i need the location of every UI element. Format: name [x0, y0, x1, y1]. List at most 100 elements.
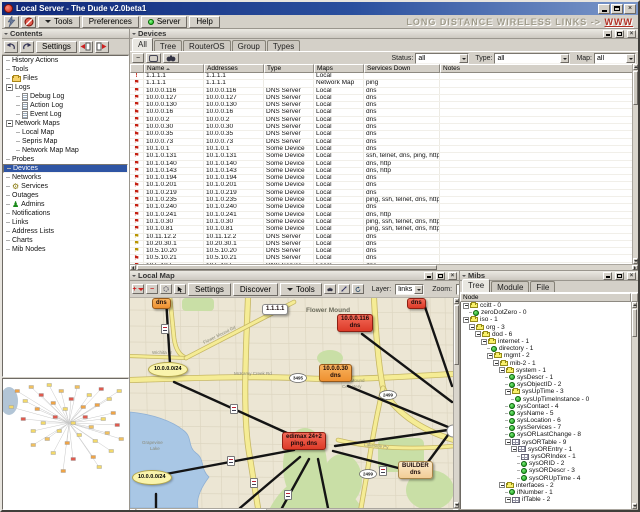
table-row[interactable]: ⚑10.0.0.11610.0.0.116DNS ServerLocaldns [130, 88, 632, 95]
mib-node-interfaces[interactable]: interfaces - 2 [461, 482, 631, 489]
remove-node-icon[interactable]: − [146, 284, 158, 294]
panel-menu-icon[interactable] [4, 33, 8, 37]
mib-node-sysordescr[interactable]: sysORDescr - 3 [461, 467, 631, 474]
device-node[interactable]: dns [152, 298, 171, 309]
table-row[interactable]: ⚑10.1.0.24110.1.0.241Some DeviceLocaldns… [130, 212, 632, 219]
collapse-icon[interactable] [493, 360, 499, 366]
lasso-icon[interactable] [160, 284, 172, 294]
sidebar-item-action-log[interactable]: Action Log [3, 101, 128, 110]
sidebar-item-event-log[interactable]: Event Log [3, 110, 128, 119]
scrollbar-thumb[interactable] [632, 309, 637, 337]
filter-select-status[interactable]: all [415, 53, 469, 64]
filter-select-map[interactable]: all [594, 53, 636, 64]
node-column-header[interactable]: Node [460, 293, 631, 302]
close-button[interactable]: × [624, 4, 636, 14]
table-row[interactable]: ⚑10.1.0.3010.1.0.30Some DeviceLocalping,… [130, 219, 632, 226]
discover-button[interactable]: Discover [233, 283, 278, 296]
mib-node-mgmt[interactable]: mgmt - 2 [461, 352, 631, 359]
mib-node-sysuptimeinstance[interactable]: sysUpTimeInstance - 0 [461, 395, 631, 402]
map-hscrollbar[interactable] [130, 508, 459, 512]
table-row[interactable]: ⚑10.5.10.2110.5.10.21DNS ServerLocaldns [130, 255, 632, 262]
table-row[interactable]: ⚑10.0.0.12710.0.0.127DNS ServerLocaldns [130, 95, 632, 102]
panel-minimize-button[interactable] [424, 272, 433, 280]
maximize-button[interactable] [611, 4, 623, 14]
map-overview-thumbnail[interactable] [2, 378, 129, 510]
find-icon[interactable] [163, 53, 179, 63]
table-row[interactable]: ⚑10.0.0.3010.0.0.30DNS ServerLocaldns [130, 124, 632, 131]
layer-select[interactable]: links [395, 284, 424, 295]
mib-node-system[interactable]: system - 1 [461, 367, 631, 374]
chevron-down-icon[interactable] [414, 285, 423, 294]
sidebar-item-charts[interactable]: Charts [3, 236, 128, 245]
panel-close-button[interactable]: × [627, 30, 636, 38]
mib-node-sysdescr[interactable]: sysDescr - 1 [461, 374, 631, 381]
sidebar-item-notifications[interactable]: Notifications [3, 209, 128, 218]
flag-column-header[interactable] [130, 64, 144, 73]
column-header-name[interactable]: Name [144, 64, 204, 73]
table-row[interactable]: ⚑10.1.0.21910.1.0.219Some DeviceLocaldns [130, 190, 632, 197]
table-row[interactable]: ⚑10.1.0.14010.1.0.140Some DeviceLocaldns… [130, 161, 632, 168]
help-button[interactable]: Help [189, 16, 219, 28]
sidebar-item-files[interactable]: Files [3, 74, 128, 83]
map-vscrollbar[interactable] [453, 298, 459, 508]
sidebar-item-links[interactable]: Links [3, 218, 128, 227]
chevron-down-icon[interactable] [626, 54, 635, 63]
tab-types[interactable]: Types [267, 40, 300, 51]
mibs-scrollbar[interactable] [631, 302, 638, 509]
undo-icon[interactable] [4, 41, 18, 53]
scrollbar-thumb[interactable] [633, 71, 638, 105]
tab-file[interactable]: File [530, 281, 555, 292]
device-node[interactable]: 10.0.0.30dns [319, 364, 352, 382]
collapse-icon[interactable] [505, 439, 511, 445]
sidebar-item-history-actions[interactable]: History Actions [3, 56, 128, 65]
table-row[interactable]: ⚑10.11.12.210.11.12.2DNS ServerLocaldns [130, 234, 632, 241]
sidebar-item-tools[interactable]: Tools [3, 65, 128, 74]
mib-node-ccitt[interactable]: ccitt - 0 [461, 302, 631, 309]
sidebar-item-local-map[interactable]: Local Map [3, 128, 128, 137]
scroll-up-icon[interactable] [632, 302, 637, 308]
export-icon[interactable] [95, 41, 109, 53]
table-row[interactable]: !1.1.1.11.1.1.1Local [130, 73, 632, 80]
add-node-icon[interactable]: + [132, 284, 144, 294]
mib-node-org[interactable]: org - 3 [461, 324, 631, 331]
sidebar-item-mib-nodes[interactable]: Mib Nodes [3, 245, 128, 254]
sidebar-item-devices[interactable]: Devices [3, 164, 128, 173]
table-row[interactable]: ⚑10.0.0.7310.0.0.73DNS ServerLocaldns [130, 139, 632, 146]
table-row[interactable]: ⚑10.0.0.1610.0.0.16DNS ServerLocaldns [130, 109, 632, 116]
device-node[interactable]: edimax 24+2ping, dns [282, 432, 326, 450]
table-row[interactable]: ⚑10.20.30.110.20.30.1DNS ServerLocaldns [130, 241, 632, 248]
column-header-maps[interactable]: Maps [314, 64, 364, 73]
minimize-button[interactable] [598, 4, 610, 14]
connect-icon[interactable] [4, 16, 19, 28]
scroll-left-icon[interactable] [130, 265, 136, 270]
table-row[interactable]: ⚑10.1.0.14310.1.0.143Some DeviceLocaldns… [130, 168, 632, 175]
mib-node-directory[interactable]: directory - 1 [461, 345, 631, 352]
collapse-icon[interactable] [499, 482, 505, 488]
collapse-icon[interactable] [505, 497, 511, 503]
table-row[interactable]: ⚑10.0.0.3510.0.0.35DNS ServerLocaldns [130, 131, 632, 138]
tab-routeros[interactable]: RouterOS [183, 40, 231, 51]
mib-node-sysuptime[interactable]: sysUpTime - 3 [461, 388, 631, 395]
refresh-icon[interactable] [352, 284, 364, 294]
scrollbar-thumb[interactable] [454, 305, 459, 365]
collapse-icon[interactable] [481, 339, 487, 345]
tab-tree[interactable]: Tree [462, 279, 490, 292]
map-tools-button[interactable]: Tools [280, 283, 322, 296]
column-header-addresses[interactable]: Addresses [204, 64, 264, 73]
collapse-icon[interactable] [487, 353, 493, 359]
mib-node-sysortable[interactable]: sysORTable - 9 [461, 439, 631, 446]
panel-maximize-button[interactable] [436, 272, 445, 280]
sidebar-item-address-lists[interactable]: Address Lists [3, 227, 128, 236]
tab-group[interactable]: Group [232, 40, 266, 51]
mib-node-iso[interactable]: iso - 1 [461, 316, 631, 323]
table-row[interactable]: ⚑1.1.1.11.1.1.1Network Mapping [130, 80, 632, 87]
chevron-down-icon[interactable] [560, 54, 569, 63]
table-row[interactable]: ⚑10.1.0.13110.1.0.131Some DeviceLocalssh… [130, 153, 632, 160]
device-node[interactable]: 10.0.0.116dns [337, 314, 373, 332]
tab-all[interactable]: All [132, 38, 153, 51]
column-header-services-down[interactable]: Services Down [364, 64, 440, 73]
chevron-down-icon[interactable] [459, 54, 468, 63]
sidebar-item-networks[interactable]: Networks [3, 173, 128, 182]
collapse-icon[interactable] [6, 120, 13, 127]
sidebar-item-probes[interactable]: Probes [3, 155, 128, 164]
